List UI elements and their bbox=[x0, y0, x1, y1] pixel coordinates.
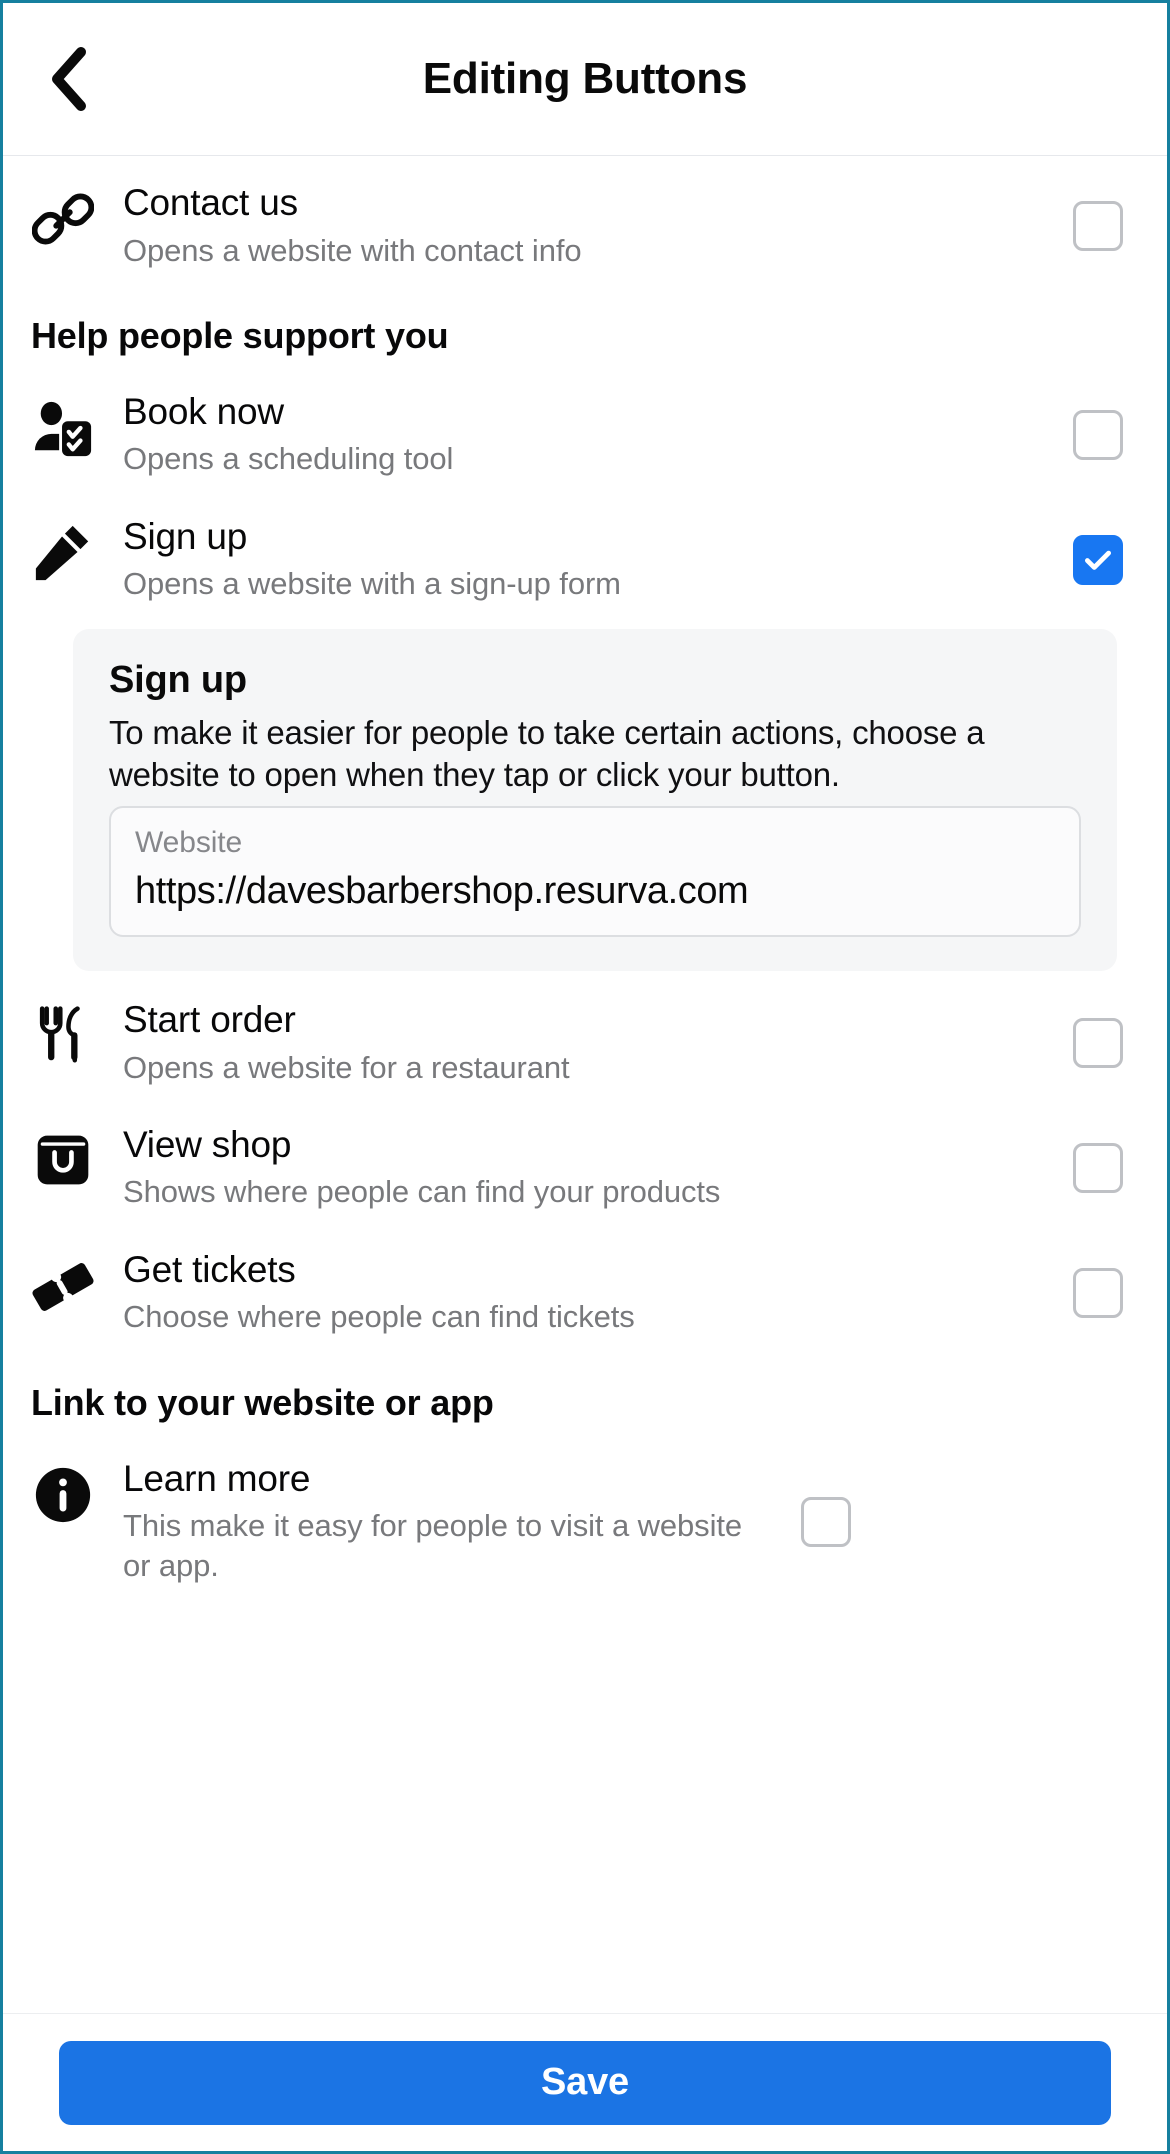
list-item-book-now[interactable]: Book now Opens a scheduling tool bbox=[3, 373, 1167, 498]
checkbox-wrapper[interactable] bbox=[1055, 1143, 1141, 1194]
website-input[interactable]: https://davesbarbershop.resurva.com bbox=[135, 870, 1055, 913]
phone-screen: Editing Buttons Contact us Opens a websi… bbox=[0, 0, 1170, 2154]
person-checklist-icon bbox=[3, 391, 123, 459]
list-item-title: Start order bbox=[123, 999, 296, 1040]
checkbox-learn-more[interactable] bbox=[801, 1497, 851, 1548]
website-field[interactable]: Website https://davesbarbershop.resurva.… bbox=[109, 806, 1081, 937]
list-item-text: Learn more This make it easy for people … bbox=[123, 1458, 783, 1587]
chevron-left-icon bbox=[48, 47, 90, 111]
list-item-title: Book now bbox=[123, 390, 284, 432]
website-field-label: Website bbox=[135, 826, 243, 859]
save-button[interactable]: Save bbox=[59, 2040, 1111, 2125]
list-item-text: Book now Opens a scheduling tool bbox=[123, 391, 1055, 480]
checkbox-view-shop[interactable] bbox=[1073, 1143, 1123, 1194]
list-item-subtitle: Shows where people can find your product… bbox=[123, 1174, 721, 1210]
list-item-learn-more[interactable]: Learn more This make it easy for people … bbox=[3, 1440, 1167, 1605]
list-item-subtitle: This make it easy for people to visit a … bbox=[123, 1508, 743, 1584]
shopping-bag-icon bbox=[3, 1124, 123, 1190]
list-item-text: View shop Shows where people can find yo… bbox=[123, 1124, 1055, 1213]
app-header: Editing Buttons bbox=[3, 3, 1167, 156]
footer-bar: Save bbox=[3, 2013, 1167, 2151]
page-title: Editing Buttons bbox=[422, 54, 748, 103]
list-item-title: View shop bbox=[123, 1123, 292, 1165]
check-icon bbox=[1081, 543, 1115, 577]
checkbox-wrapper[interactable] bbox=[783, 1497, 869, 1548]
list-item-subtitle: Opens a website with a sign-up form bbox=[123, 566, 621, 602]
checkbox-contact-us[interactable] bbox=[1073, 201, 1123, 252]
ticket-icon bbox=[3, 1249, 123, 1319]
list-item-text: Contact us Opens a website with contact … bbox=[123, 182, 1055, 271]
checkbox-wrapper[interactable] bbox=[1055, 410, 1141, 461]
list-item-get-tickets[interactable]: Get tickets Choose where people can find… bbox=[3, 1231, 1167, 1356]
list-item-start-order[interactable]: Start order Opens a website for a restau… bbox=[3, 981, 1167, 1106]
list-item-title: Contact us bbox=[123, 182, 298, 223]
checkbox-book-now[interactable] bbox=[1073, 410, 1123, 461]
info-circle-icon bbox=[3, 1458, 123, 1526]
checkbox-wrapper[interactable] bbox=[1055, 1268, 1141, 1319]
list-item-text: Start order Opens a website for a restau… bbox=[123, 999, 1055, 1088]
checkbox-wrapper[interactable] bbox=[1055, 535, 1141, 586]
list-item-subtitle: Opens a scheduling tool bbox=[123, 441, 454, 477]
list-item-subtitle: Opens a website with contact info bbox=[123, 232, 582, 268]
list-item-subtitle: Opens a website for a restaurant bbox=[123, 1049, 570, 1085]
list-item-title: Get tickets bbox=[123, 1248, 296, 1290]
list-item-text: Sign up Opens a website with a sign-up f… bbox=[123, 516, 1055, 605]
list-item-sign-up[interactable]: Sign up Opens a website with a sign-up f… bbox=[3, 498, 1167, 623]
checkbox-start-order[interactable] bbox=[1073, 1018, 1123, 1069]
list-item-subtitle: Choose where people can find tickets bbox=[123, 1299, 635, 1335]
checkbox-get-tickets[interactable] bbox=[1073, 1268, 1123, 1319]
list-item-title: Sign up bbox=[123, 515, 248, 557]
checkbox-sign-up[interactable] bbox=[1073, 535, 1123, 586]
section-heading-support: Help people support you bbox=[31, 314, 449, 356]
checkbox-wrapper[interactable] bbox=[1055, 201, 1141, 252]
pencil-icon bbox=[3, 516, 123, 584]
back-button[interactable] bbox=[31, 3, 107, 155]
panel-description: To make it easier for people to take cer… bbox=[109, 713, 985, 793]
link-icon bbox=[3, 182, 123, 250]
list-item-contact-us[interactable]: Contact us Opens a website with contact … bbox=[3, 164, 1167, 289]
list-item-text: Get tickets Choose where people can find… bbox=[123, 1249, 1055, 1338]
checkbox-wrapper[interactable] bbox=[1055, 1018, 1141, 1069]
list-item-title: Learn more bbox=[123, 1457, 311, 1499]
list-item-view-shop[interactable]: View shop Shows where people can find yo… bbox=[3, 1106, 1167, 1231]
panel-title: Sign up bbox=[109, 658, 247, 701]
fork-knife-icon bbox=[3, 999, 123, 1063]
sign-up-expanded-panel: Sign up To make it easier for people to … bbox=[73, 628, 1117, 971]
buttons-list[interactable]: Contact us Opens a website with contact … bbox=[3, 156, 1167, 2013]
section-heading-link: Link to your website or app bbox=[31, 1381, 494, 1423]
